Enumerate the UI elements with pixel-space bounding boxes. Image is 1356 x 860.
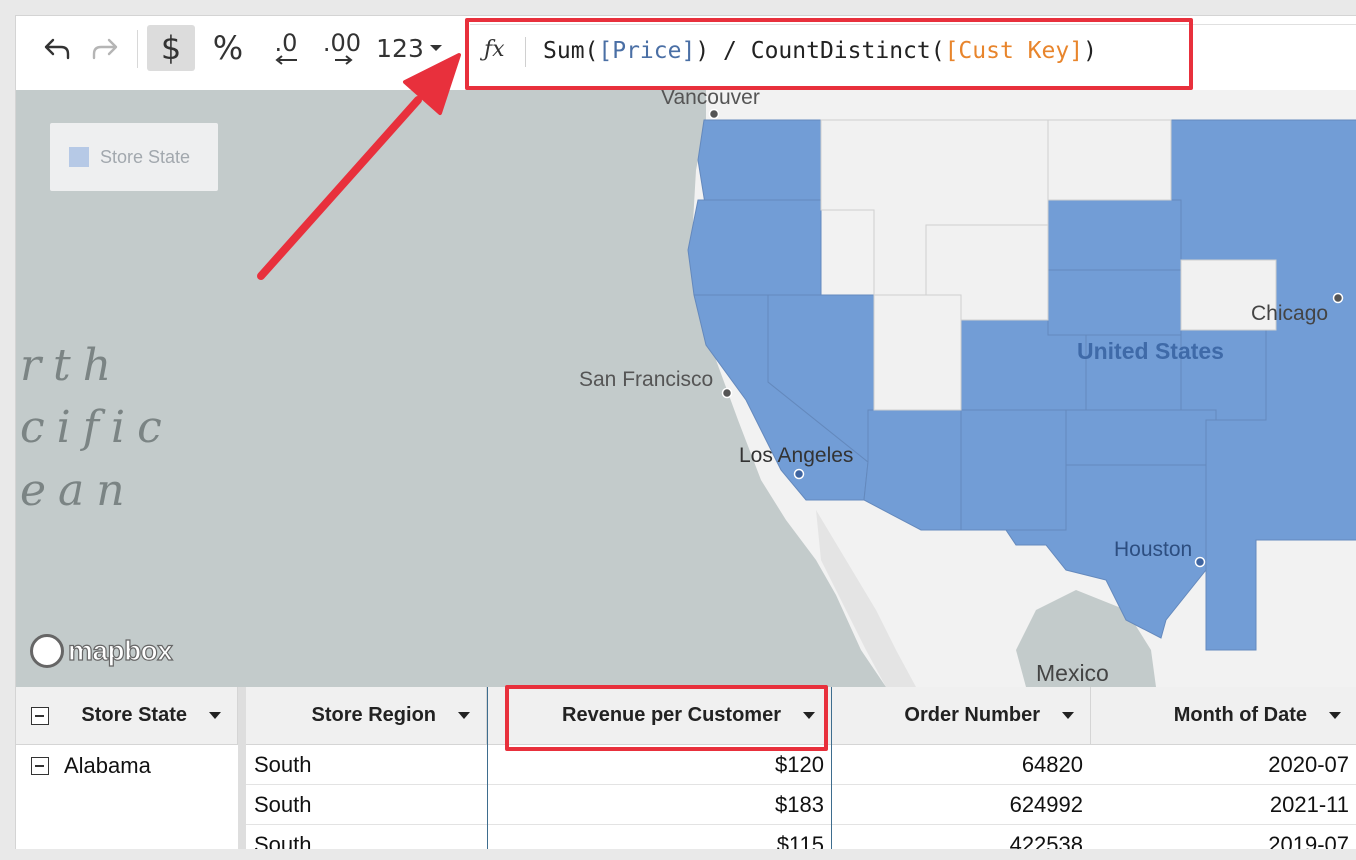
column-menu-icon[interactable]	[1062, 712, 1074, 719]
table-cell-month[interactable]: 2021-11	[1091, 785, 1356, 825]
legend-label: Store State	[100, 146, 191, 167]
formula-suffix: )	[1083, 38, 1097, 64]
decrease-decimals-label: .0	[274, 29, 298, 57]
frozen-column-divider	[238, 687, 246, 849]
region-map[interactable]: Store State rth cific ean Vancouver San …	[16, 90, 1356, 687]
undo-icon	[44, 38, 70, 60]
arrow-left-icon	[275, 55, 297, 65]
city-label-san-francisco: San Francisco	[579, 368, 714, 391]
undo-button[interactable]	[38, 25, 76, 71]
table-cell-month[interactable]: 2020-07	[1091, 745, 1356, 785]
table-cell-revenue[interactable]: $120	[487, 745, 832, 785]
fx-icon: ƒx	[484, 37, 505, 62]
column-menu-icon[interactable]	[209, 712, 221, 719]
workbook-editor: $ % .0 .00 123 ƒx Sum([Price]) / CountDi…	[15, 15, 1356, 849]
formula-middle: ) / CountDistinct(	[695, 38, 945, 64]
table-cell-revenue[interactable]: $115	[487, 825, 832, 850]
ocean-label-line-2: cific	[20, 402, 174, 453]
redo-icon	[92, 38, 118, 60]
format-toolbar: $ % .0 .00 123 ƒx Sum([Price]) / CountDi…	[16, 16, 1356, 91]
column-header-store-region[interactable]: Store Region	[246, 687, 487, 745]
mapbox-wordmark: mapbox	[67, 634, 173, 666]
column-header-label: Month of Date	[1173, 704, 1307, 726]
table-cell-revenue[interactable]: $183	[487, 785, 832, 825]
column-menu-icon[interactable]	[458, 712, 470, 719]
mapbox-icon	[30, 634, 64, 668]
formula-prefix: Sum(	[543, 38, 599, 64]
state-nebraska	[1047, 269, 1182, 336]
column-header-order-number[interactable]: Order Number	[832, 687, 1091, 745]
table-cell-region[interactable]: South	[246, 825, 487, 850]
column-header-label: Revenue per Customer	[562, 704, 781, 726]
formula-bar[interactable]: ƒx Sum([Price]) / CountDistinct([Cust Ke…	[470, 24, 1356, 77]
state-new-mexico	[960, 409, 1067, 531]
state-south-dakota	[1047, 199, 1182, 271]
collapse-all-icon[interactable]	[31, 707, 49, 725]
city-label-houston: Houston	[1114, 538, 1193, 561]
column-header-label: Store Region	[311, 704, 436, 726]
city-label-chicago: Chicago	[1251, 302, 1329, 325]
table-cell-region[interactable]: South	[246, 785, 487, 825]
group-label: Alabama	[64, 753, 151, 778]
column-header-store-state[interactable]: Store State	[16, 687, 238, 745]
number-format-label: 123	[376, 33, 424, 63]
column-header-revenue-per-customer[interactable]: Revenue per Customer	[487, 687, 832, 745]
formula-ref-price: [Price]	[598, 38, 696, 64]
legend-swatch	[69, 147, 89, 167]
collapse-group-icon[interactable]	[31, 757, 49, 775]
chevron-down-icon	[429, 45, 442, 51]
column-menu-icon[interactable]	[1329, 712, 1341, 719]
column-header-label: Store State	[81, 704, 187, 726]
redo-button[interactable]	[86, 25, 124, 71]
formula-ref-cust-key: [Cust Key]	[944, 38, 1084, 64]
country-label-mexico: Mexico	[1036, 660, 1109, 686]
currency-format-button[interactable]: $	[147, 25, 195, 71]
decrease-decimals-button[interactable]: .0	[262, 25, 310, 71]
column-header-label: Order Number	[904, 704, 1040, 726]
state-oklahoma	[1065, 409, 1217, 466]
data-table: Store State Store Region Revenue per Cus…	[16, 687, 1356, 849]
ocean-label-line-1: rth	[20, 340, 124, 391]
table-cell-order[interactable]: 422538	[832, 825, 1091, 850]
mapbox-logo[interactable]: mapbox	[30, 634, 173, 668]
column-menu-icon[interactable]	[803, 712, 815, 719]
toolbar-separator	[137, 30, 138, 68]
formula-separator	[525, 37, 526, 67]
arrow-right-icon	[335, 55, 353, 65]
state-washington	[697, 119, 822, 211]
table-cell-region[interactable]: South	[246, 745, 487, 785]
number-format-dropdown[interactable]: 123	[374, 25, 446, 71]
table-cell-order[interactable]: 64820	[832, 745, 1091, 785]
country-label-united-states: United States	[1077, 338, 1224, 364]
city-label-los-angeles: Los Angeles	[739, 444, 854, 467]
increase-decimals-button[interactable]: .00	[318, 25, 366, 71]
column-header-month-of-date[interactable]: Month of Date	[1091, 687, 1356, 745]
percent-format-button[interactable]: %	[204, 25, 252, 71]
state-oregon	[687, 199, 822, 296]
table-cell-month[interactable]: 2019-07	[1091, 825, 1356, 850]
increase-decimals-label: .00	[322, 29, 362, 57]
table-cell-order[interactable]: 624992	[832, 785, 1091, 825]
city-label-vancouver: Vancouver	[661, 90, 760, 109]
ocean-label-line-3: ean	[20, 465, 137, 516]
group-cell-alabama[interactable]: Alabama	[16, 745, 238, 849]
map-legend[interactable]: Store State	[50, 123, 218, 191]
formula-input[interactable]: Sum([Price]) / CountDistinct([Cust Key])	[543, 38, 1097, 64]
